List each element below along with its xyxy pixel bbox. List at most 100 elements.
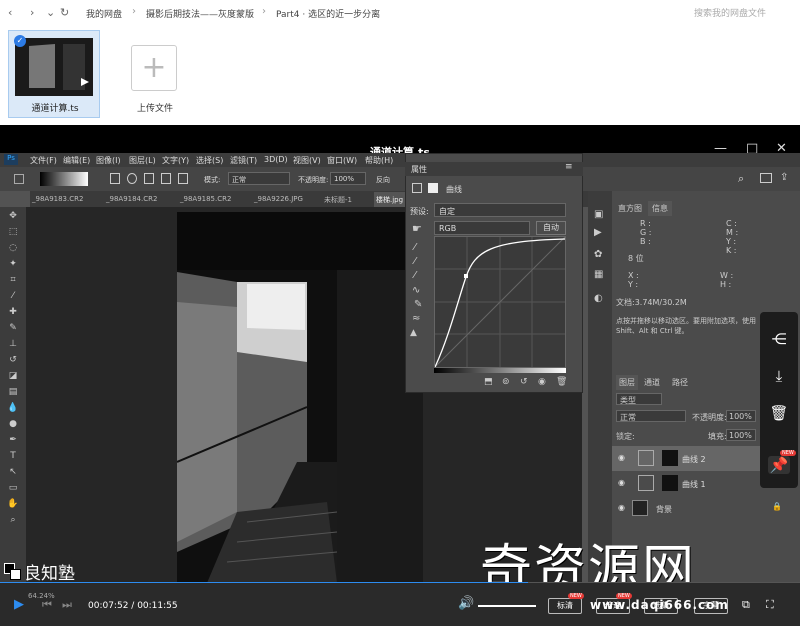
reverse-checkbox[interactable]: 反向 bbox=[376, 175, 390, 185]
curve-graph[interactable] bbox=[434, 236, 566, 368]
pencil-icon[interactable]: ✎ bbox=[414, 299, 422, 310]
background-color-swatch[interactable] bbox=[10, 569, 21, 580]
eye-icon[interactable]: ◉ bbox=[618, 478, 625, 487]
layer-mask-thumb[interactable] bbox=[662, 450, 678, 466]
fullscreen-icon[interactable]: ⛶ bbox=[766, 598, 774, 612]
smooth-icon[interactable]: ≈ bbox=[412, 313, 420, 324]
file-item-video[interactable]: ✓ 通道计算.ts bbox=[8, 30, 100, 118]
menu-image[interactable]: 图像(I) bbox=[96, 155, 121, 166]
breadcrumb-current[interactable]: Part4 · 选区的近一步分离 bbox=[276, 7, 380, 20]
menu-select[interactable]: 选择(S) bbox=[196, 155, 223, 166]
move-tool-icon[interactable]: ✥ bbox=[6, 211, 20, 223]
search-icon[interactable]: ⌕ bbox=[738, 172, 744, 186]
menu-view[interactable]: 视图(V) bbox=[293, 155, 321, 166]
layer-row-curves-1[interactable]: ◉ 曲线 1 bbox=[612, 471, 762, 496]
volume-icon[interactable]: 🔊 bbox=[458, 596, 474, 611]
breadcrumb-root[interactable]: 我的网盘 bbox=[86, 7, 122, 20]
menu-3d[interactable]: 3D(D) bbox=[264, 155, 288, 164]
opacity-input[interactable]: 100% bbox=[330, 172, 366, 185]
histogram-warn-icon[interactable]: ▲ bbox=[410, 328, 417, 338]
view-previous-icon[interactable]: ⊚ bbox=[502, 377, 510, 387]
doc-tab-3[interactable]: _98A9185.CR2 bbox=[180, 195, 231, 203]
visibility-icon[interactable]: ◉ bbox=[538, 377, 546, 387]
prev-icon[interactable]: ⏮ bbox=[42, 598, 52, 612]
dodge-tool-icon[interactable]: ● bbox=[6, 419, 20, 431]
gray-point-icon[interactable]: ⁄ bbox=[414, 256, 416, 267]
stamp-tool-icon[interactable]: ⊥ bbox=[6, 339, 20, 351]
breadcrumb-folder[interactable]: 摄影后期技法——灰度蒙版 bbox=[146, 7, 254, 20]
selected-check-icon[interactable]: ✓ bbox=[14, 35, 26, 47]
mode-select[interactable]: 正常 bbox=[228, 172, 290, 185]
panel-menu-icon[interactable]: ≡ bbox=[565, 162, 573, 172]
share-icon[interactable]: ⋲ bbox=[768, 330, 790, 348]
share-icon[interactable]: ⇪ bbox=[780, 172, 788, 183]
back-icon[interactable]: ‹ bbox=[8, 6, 12, 19]
blur-tool-icon[interactable]: 💧 bbox=[6, 403, 20, 415]
dropdown-icon[interactable]: ⌄ bbox=[46, 6, 55, 19]
delete-icon[interactable]: 🗑 bbox=[556, 377, 567, 387]
search-input[interactable]: 搜索我的网盘文件 bbox=[694, 6, 794, 19]
fill-input[interactable]: 100% bbox=[726, 429, 756, 441]
linear-gradient-icon[interactable] bbox=[110, 173, 120, 184]
delete-icon[interactable]: 🗑 bbox=[768, 404, 790, 422]
clip-icon[interactable]: ⬒ bbox=[484, 377, 493, 387]
doc-tab-4[interactable]: _98A9226.JPG bbox=[254, 195, 303, 203]
crop-tool-icon[interactable]: ⌗ bbox=[6, 275, 20, 287]
menu-help[interactable]: 帮助(H) bbox=[365, 155, 393, 166]
download-icon[interactable]: ⤓ bbox=[768, 367, 790, 385]
history-brush-icon[interactable]: ↺ bbox=[6, 355, 20, 367]
pip-icon[interactable]: ⧉ bbox=[742, 598, 750, 612]
healing-icon[interactable]: ✚ bbox=[6, 307, 20, 319]
marquee-tool-icon[interactable]: ⬚ bbox=[6, 227, 20, 239]
eraser-tool-icon[interactable]: ◪ bbox=[6, 371, 20, 383]
radial-gradient-icon[interactable] bbox=[127, 173, 137, 184]
tab-paths[interactable]: 路径 bbox=[672, 377, 688, 388]
black-point-icon[interactable]: ⁄ bbox=[414, 242, 416, 253]
pen-tool-icon[interactable]: ✒ bbox=[6, 435, 20, 447]
doc-tab-2[interactable]: _98A9184.CR2 bbox=[106, 195, 157, 203]
menu-layer[interactable]: 图层(L) bbox=[129, 155, 156, 166]
mask-icon[interactable] bbox=[428, 183, 438, 193]
auto-button[interactable]: 自动 bbox=[536, 221, 566, 235]
menu-type[interactable]: 文字(Y) bbox=[162, 155, 189, 166]
type-tool-icon[interactable]: T bbox=[6, 451, 20, 463]
shape-tool-icon[interactable]: ▭ bbox=[6, 483, 20, 495]
pin-icon[interactable]: 📌 bbox=[768, 456, 790, 474]
tab-info[interactable]: 信息 bbox=[648, 201, 672, 216]
next-icon[interactable]: ⏭ bbox=[62, 598, 72, 612]
volume-slider[interactable] bbox=[478, 605, 536, 607]
tab-layers[interactable]: 图层 bbox=[616, 375, 638, 390]
magic-wand-icon[interactable]: ✦ bbox=[6, 259, 20, 271]
menu-edit[interactable]: 编辑(E) bbox=[63, 155, 90, 166]
workspace-icon[interactable] bbox=[760, 173, 772, 183]
brush-tool-icon[interactable]: ✎ bbox=[6, 323, 20, 335]
layer-row-background[interactable]: ◉ 背景 🔒 bbox=[612, 496, 782, 521]
diamond-gradient-icon[interactable] bbox=[178, 173, 188, 184]
palette-icon[interactable]: ✿ bbox=[594, 249, 602, 260]
blend-mode-select[interactable]: 正常 bbox=[616, 410, 686, 422]
hand-tool-icon[interactable]: ✋ bbox=[6, 499, 20, 511]
curve-edit-icon[interactable]: ∿ bbox=[412, 285, 420, 296]
layer-row-curves-2[interactable]: ◉ 曲线 2 bbox=[612, 446, 762, 471]
reflected-gradient-icon[interactable] bbox=[161, 173, 171, 184]
gradient-swatch[interactable] bbox=[40, 172, 88, 186]
eye-icon[interactable]: ◉ bbox=[618, 453, 625, 462]
reset-icon[interactable]: ↺ bbox=[520, 377, 528, 387]
upload-label[interactable]: 上传文件 bbox=[120, 101, 190, 114]
gradient-tool-icon[interactable]: ▤ bbox=[6, 387, 20, 399]
eyedropper-icon[interactable]: ⁄ bbox=[6, 291, 20, 303]
forward-icon[interactable]: › bbox=[30, 6, 34, 19]
zoom-tool-icon[interactable]: ⌕ bbox=[6, 515, 20, 527]
doc-tab-5[interactable]: 未标题-1 bbox=[324, 195, 352, 205]
tab-histogram[interactable]: 直方图 bbox=[618, 203, 642, 214]
menu-file[interactable]: 文件(F) bbox=[30, 155, 57, 166]
layer-opacity-input[interactable]: 100% bbox=[726, 410, 756, 422]
tool-preset-icon[interactable] bbox=[14, 174, 24, 184]
upload-plus-icon[interactable]: + bbox=[131, 45, 177, 91]
eye-icon[interactable]: ◉ bbox=[618, 503, 625, 512]
channel-select[interactable]: RGB bbox=[434, 221, 530, 235]
quality-button[interactable]: 标清 bbox=[548, 598, 582, 614]
lasso-tool-icon[interactable]: ◌ bbox=[6, 243, 20, 255]
angle-gradient-icon[interactable] bbox=[144, 173, 154, 184]
adjust-icon[interactable]: ▣ bbox=[594, 209, 603, 220]
